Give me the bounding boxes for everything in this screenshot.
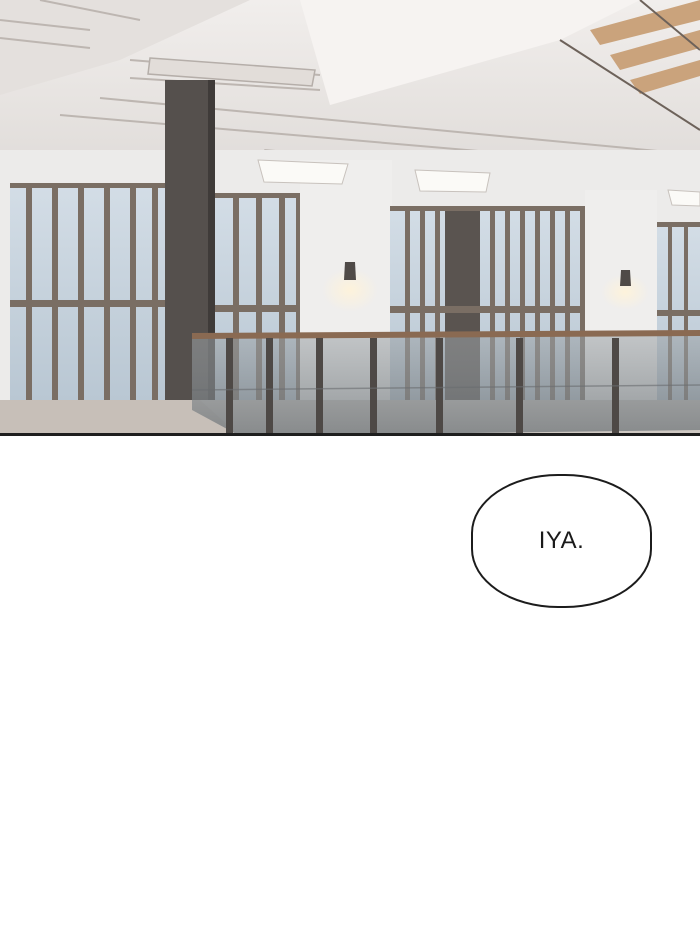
speech-bubble-text: IYA. [538,527,585,554]
illustration-panel [0,0,700,436]
illustration-interior-loft [0,0,700,433]
speech-bubble: IYA. [471,474,652,608]
